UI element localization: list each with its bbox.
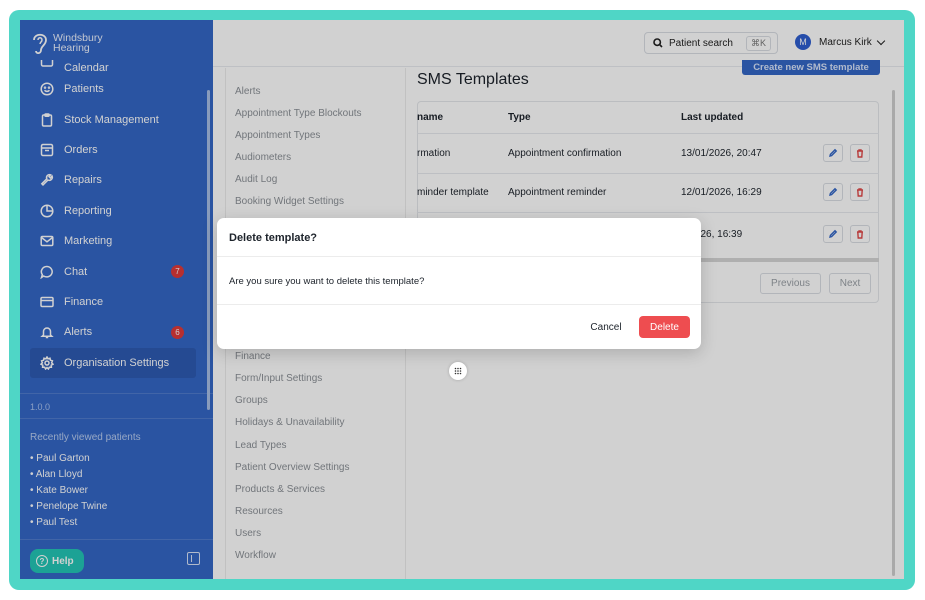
dialog-title: Delete template? [229, 232, 318, 244]
dialog-message: Are you sure you want to delete this tem… [229, 276, 425, 287]
drag-handle-icon[interactable] [449, 362, 467, 380]
delete-template-dialog: Delete template? Are you sure you want t… [217, 218, 701, 349]
confirm-delete-button[interactable]: Delete [639, 316, 690, 338]
app-window: Windsbury Hearing Calendar Patients Stoc… [20, 20, 904, 579]
cancel-button[interactable]: Cancel [583, 317, 629, 337]
dialog-divider [217, 256, 701, 257]
grid-dots-icon [454, 367, 462, 375]
dialog-divider [217, 304, 701, 305]
